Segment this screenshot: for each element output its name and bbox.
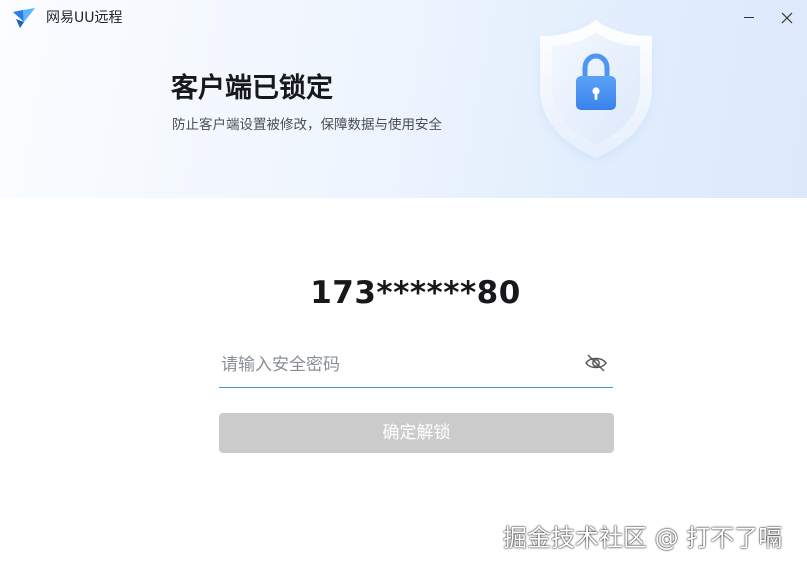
shield-lock-icon xyxy=(524,12,669,172)
lock-subtitle: 防止客户端设置被修改，保障数据与使用安全 xyxy=(172,117,442,133)
title-bar: 网易UU远程 xyxy=(0,0,807,36)
app-title: 网易UU远程 xyxy=(46,10,123,26)
uu-remote-logo-icon xyxy=(12,7,36,29)
security-password-input[interactable] xyxy=(219,344,571,386)
close-button[interactable] xyxy=(774,6,800,30)
minimize-icon xyxy=(744,17,754,18)
eye-off-icon[interactable] xyxy=(583,352,609,376)
lock-window: 网易UU远程 客户端已锁定 防止客户端设置被修改，保障数据与使用安全 173**… xyxy=(0,0,807,570)
account-display: 173******80 xyxy=(310,275,521,311)
minimize-button[interactable] xyxy=(736,6,762,30)
confirm-unlock-button[interactable]: 确定解锁 xyxy=(219,413,614,453)
close-icon xyxy=(781,12,793,24)
watermark-text: 掘金技术社区 @ 打不了嗝 xyxy=(503,524,783,552)
lock-title: 客户端已锁定 xyxy=(171,73,333,104)
password-field xyxy=(219,344,613,388)
lock-banner: 网易UU远程 客户端已锁定 防止客户端设置被修改，保障数据与使用安全 xyxy=(0,0,807,198)
